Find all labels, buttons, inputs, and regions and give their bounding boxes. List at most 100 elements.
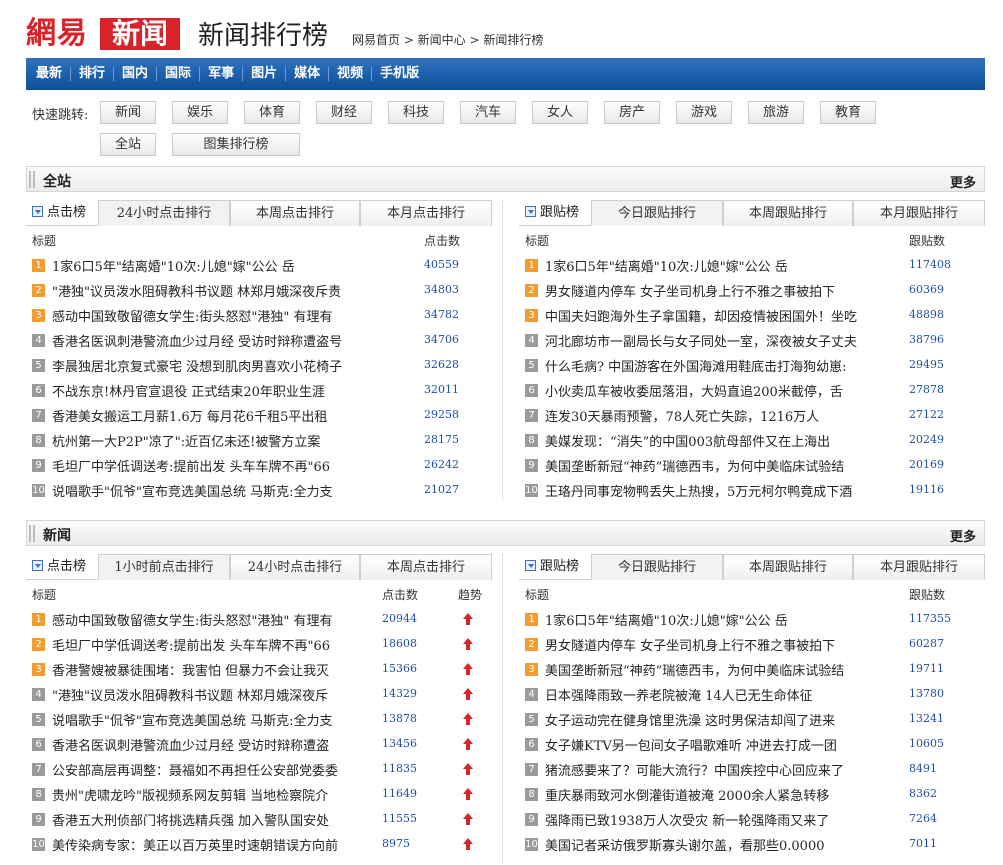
rank-tab[interactable]: 本月点击排行 bbox=[360, 200, 492, 226]
news-title-link[interactable]: 什么毛病? 中国游客在外国海滩用鞋底击打海狗幼崽: bbox=[545, 356, 893, 375]
rank-count: 48898 bbox=[909, 308, 944, 321]
quick-jump-button[interactable]: 财经 bbox=[316, 101, 372, 124]
news-title-link[interactable]: 美国垄断新冠“神药”瑞德西韦，为何中美临床试验结 bbox=[545, 660, 893, 679]
rank-tab[interactable]: 今日跟贴排行 bbox=[591, 554, 723, 580]
rank-tab[interactable]: 本周跟贴排行 bbox=[723, 200, 853, 226]
col-count: 跟贴数 bbox=[909, 588, 946, 602]
rank-row: 4 "港独"议员泼水阻碍教科书议题 林郑月娥深夜斥 14329 bbox=[26, 682, 492, 707]
quick-jump-button[interactable]: 全站 bbox=[100, 133, 156, 156]
news-title-link[interactable]: 不战东京!林丹官宣退役 正式结束20年职业生涯 bbox=[52, 381, 400, 400]
rank-tab[interactable]: 本周点击排行 bbox=[360, 554, 492, 580]
nav-item[interactable]: 媒体 bbox=[285, 67, 328, 81]
news-title-link[interactable]: 中国夫妇跑海外生子拿国籍，却因疫情被困国外！坐吃 bbox=[545, 306, 893, 325]
nav-item[interactable]: 最新 bbox=[28, 67, 70, 81]
news-title-link[interactable]: 男女隧道内停车 女子坐司机身上行不雅之事被拍下 bbox=[545, 635, 893, 654]
news-title-link[interactable]: 说唱歌手"侃爷"宣布竞选美国总统 马斯克:全力支 bbox=[52, 710, 374, 729]
news-title-link[interactable]: 香港五大刑侦部门将挑选精兵强 加入警队国安处 bbox=[52, 810, 374, 829]
news-title-link[interactable]: "港独"议员泼水阻碍教科书议题 林郑月娥深夜斥责 bbox=[52, 281, 400, 300]
news-title-link[interactable]: 1家6口5年"结离婚"10次:儿媳"嫁"公公 岳 bbox=[545, 610, 893, 629]
news-title-link[interactable]: 1家6口5年"结离婚"10次:儿媳"嫁"公公 岳 bbox=[52, 256, 400, 275]
rank-row: 7 猪流感要来了？可能大流行？中国疾控中心回应来了 8491 bbox=[519, 757, 985, 782]
rank-row: 3 中国夫妇跑海外生子拿国籍，却因疫情被困国外！坐吃 48898 bbox=[519, 303, 985, 328]
news-title-link[interactable]: 美传染病专家：美正以百万英里时速朝错误方向前 bbox=[52, 835, 374, 854]
news-title-link[interactable]: 小伙卖瓜车被收委屈落泪，大妈直追200米截停，舌 bbox=[545, 381, 893, 400]
rank-tab[interactable]: 24小时点击排行 bbox=[230, 554, 360, 580]
quick-jump-button[interactable]: 房产 bbox=[604, 101, 660, 124]
trend-up-icon bbox=[463, 688, 473, 701]
news-title-link[interactable]: 女子嫌KTV另一包间女子唱歌难听 冲进去打成一团 bbox=[545, 735, 893, 754]
news-title-link[interactable]: 日本强降雨致一养老院被淹 14人已无生命体征 bbox=[545, 685, 893, 704]
news-title-link[interactable]: 说唱歌手"侃爷"宣布竞选美国总统 马斯克:全力支 bbox=[52, 481, 400, 500]
rank-count: 8491 bbox=[909, 762, 937, 775]
news-title-link[interactable]: 连发30天暴雨预警，78人死亡失踪，1216万人 bbox=[545, 406, 893, 425]
rank-tab[interactable]: 本周点击排行 bbox=[230, 200, 360, 226]
tab-row: 点击榜 1小时前点击排行 24小时点击排行 本周点击排行 bbox=[26, 554, 492, 580]
nav-item[interactable]: 视频 bbox=[328, 67, 371, 81]
news-title-link[interactable]: 毛坦厂中学低调送考:提前出发 头车车牌不再"66 bbox=[52, 635, 374, 654]
nav-item[interactable]: 排行 bbox=[70, 67, 113, 81]
breadcrumb[interactable]: 网易首页 > 新闻中心 > 新闻排行榜 bbox=[352, 31, 543, 48]
news-title-link[interactable]: 李晨独居北京复式豪宅 没想到肌肉男喜欢小花椅子 bbox=[52, 356, 400, 375]
news-title-link[interactable]: 香港名医讽刺港警流血少过月经 受访时辩称遭盗号 bbox=[52, 331, 400, 350]
rank-tab[interactable]: 本周跟贴排行 bbox=[723, 554, 853, 580]
panel-head: 点击榜 bbox=[26, 200, 98, 225]
rank-tab[interactable]: 今日跟贴排行 bbox=[591, 200, 723, 226]
news-title-link[interactable]: "港独"议员泼水阻碍教科书议题 林郑月娥深夜斥 bbox=[52, 685, 374, 704]
news-title-link[interactable]: 猪流感要来了？可能大流行？中国疾控中心回应来了 bbox=[545, 760, 893, 779]
news-title-link[interactable]: 男女隧道内停车 女子坐司机身上行不雅之事被拍下 bbox=[545, 281, 893, 300]
news-title-link[interactable]: 强降雨已致1938万人次受灾 新一轮强降雨又来了 bbox=[545, 810, 893, 829]
quick-jump-button[interactable]: 教育 bbox=[820, 101, 876, 124]
rank-tab[interactable]: 1小时前点击排行 bbox=[98, 554, 230, 580]
rank-count: 29495 bbox=[909, 358, 944, 371]
quick-jump-button[interactable]: 体育 bbox=[244, 101, 300, 124]
rank-row: 3 香港警嫂被暴徒围堵：我害怕 但暴力不会让我灭 15366 bbox=[26, 657, 492, 682]
quick-jump-button[interactable]: 图集排行榜 bbox=[172, 133, 300, 156]
quick-jump-button[interactable]: 游戏 bbox=[676, 101, 732, 124]
quick-jump-button[interactable]: 汽车 bbox=[460, 101, 516, 124]
more-link[interactable]: 更多 bbox=[950, 172, 976, 191]
news-title-link[interactable]: 贵州"虎啸龙吟"版视频系网友剪辑 当地检察院介 bbox=[52, 785, 374, 804]
nav-item[interactable]: 手机版 bbox=[371, 67, 427, 81]
rank-tab[interactable]: 本月跟贴排行 bbox=[853, 554, 985, 580]
news-title-link[interactable]: 杭州第一大P2P"凉了":近百亿未还!被警方立案 bbox=[52, 431, 400, 450]
nav-item[interactable]: 国内 bbox=[113, 67, 156, 81]
more-link[interactable]: 更多 bbox=[950, 526, 976, 545]
news-title-link[interactable]: 美媒发现：“消失”的中国003航母部件又在上海出 bbox=[545, 431, 893, 450]
quick-jump-button[interactable]: 娱乐 bbox=[172, 101, 228, 124]
quick-jump-button[interactable]: 女人 bbox=[532, 101, 588, 124]
news-title-link[interactable]: 香港美女搬运工月薪1.6万 每月花6千租5平出租 bbox=[52, 406, 400, 425]
rank-tab[interactable]: 24小时点击排行 bbox=[98, 200, 230, 226]
panel-divider bbox=[502, 554, 503, 865]
netease-logo[interactable]: 網易 bbox=[26, 17, 88, 51]
trend-up-icon bbox=[463, 788, 473, 801]
news-title-link[interactable]: 公安部高层再调整：聂福如不再担任公安部党委委 bbox=[52, 760, 374, 779]
rank-count: 13878 bbox=[382, 712, 417, 725]
news-title-link[interactable]: 美国记者采访俄罗斯寡头谢尔盖，看那些0.0000 bbox=[545, 835, 893, 854]
news-title-link[interactable]: 香港名医讽刺港警流血少过月经 受访时辩称遭盗 bbox=[52, 735, 374, 754]
news-logo[interactable]: 新闻 bbox=[100, 18, 180, 50]
news-title-link[interactable]: 感动中国致敬留德女学生:街头怒怼"港独" 有理有 bbox=[52, 306, 400, 325]
news-title-link[interactable]: 女子运动完在健身馆里洗澡 这时男保洁却闯了进来 bbox=[545, 710, 893, 729]
rank-tab[interactable]: 本月跟贴排行 bbox=[853, 200, 985, 226]
rank-number: 10 bbox=[32, 838, 45, 851]
quick-jump-button[interactable]: 旅游 bbox=[748, 101, 804, 124]
quick-jump-button[interactable]: 新闻 bbox=[100, 101, 156, 124]
news-title-link[interactable]: 重庆暴雨致河水倒灌街道被淹 2000余人紧急转移 bbox=[545, 785, 893, 804]
nav-item[interactable]: 国际 bbox=[156, 67, 199, 81]
news-title-link[interactable]: 河北廊坊市一副局长与女子同处一室，深夜被女子丈夫 bbox=[545, 331, 893, 350]
nav-item[interactable]: 图片 bbox=[242, 67, 285, 81]
nav-item[interactable]: 军事 bbox=[199, 67, 242, 81]
section-marker bbox=[29, 525, 35, 542]
rank-number: 9 bbox=[32, 459, 45, 472]
news-title-link[interactable]: 王珞丹同事宠物鸭丢失上热搜，5万元柯尔鸭竟成下酒 bbox=[545, 481, 893, 500]
col-title: 标题 bbox=[32, 234, 57, 248]
quick-jump-button[interactable]: 科技 bbox=[388, 101, 444, 124]
news-title-link[interactable]: 毛坦厂中学低调送考:提前出发 头车车牌不再"66 bbox=[52, 456, 400, 475]
news-title-link[interactable]: 美国垄断新冠“神药”瑞德西韦，为何中美临床试验结 bbox=[545, 456, 893, 475]
news-title-link[interactable]: 香港警嫂被暴徒围堵：我害怕 但暴力不会让我灭 bbox=[52, 660, 374, 679]
rank-row: 5 什么毛病? 中国游客在外国海滩用鞋底击打海狗幼崽: 29495 bbox=[519, 353, 985, 378]
news-title-link[interactable]: 1家6口5年"结离婚"10次:儿媳"嫁"公公 岳 bbox=[545, 256, 893, 275]
rank-count: 29258 bbox=[424, 408, 459, 421]
rank-row: 5 说唱歌手"侃爷"宣布竞选美国总统 马斯克:全力支 13878 bbox=[26, 707, 492, 732]
news-title-link[interactable]: 感动中国致敬留德女学生:街头怒怼"港独" 有理有 bbox=[52, 610, 374, 629]
